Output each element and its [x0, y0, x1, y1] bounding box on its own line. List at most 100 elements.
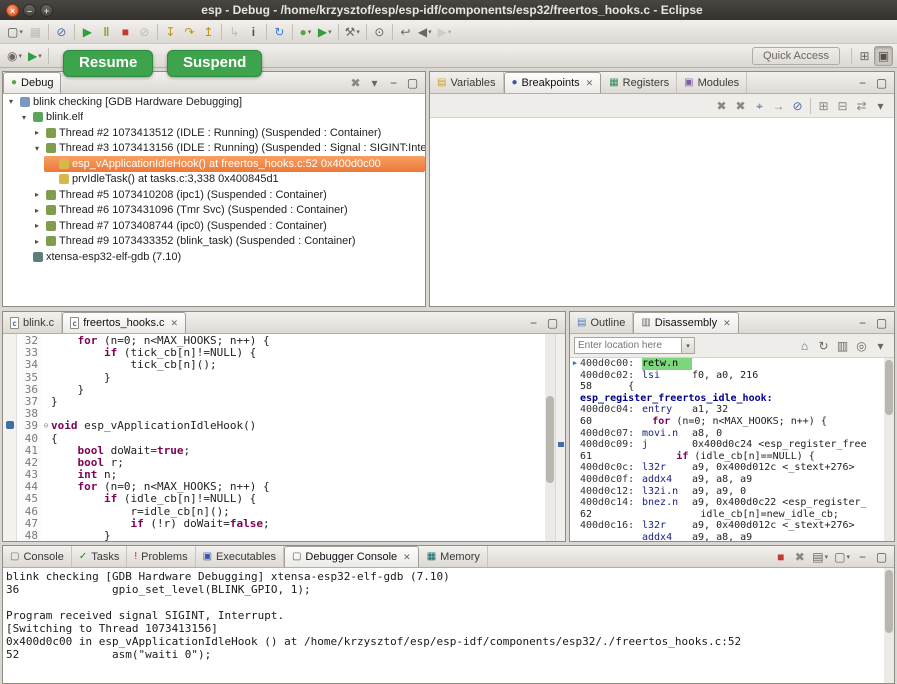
tree-row[interactable]: prvIdleTask() at tasks.c:3,338 0x400845d… — [3, 172, 425, 188]
link-with-debug-view-toggle[interactable]: ⇄ — [852, 96, 871, 116]
suspend-button[interactable]: ‖ — [97, 22, 116, 42]
expand-all-button[interactable]: ⊞ — [814, 96, 833, 116]
resume-button[interactable]: ▶ — [78, 22, 97, 42]
last-edit-location-button[interactable]: ↩ — [396, 22, 415, 42]
breakpoints-content[interactable] — [430, 118, 894, 306]
fold-marker-icon[interactable]: ⊖ — [41, 420, 51, 432]
console-display-selected-dropdown[interactable]: ▤▾ — [809, 547, 831, 567]
editor-minimize-icon[interactable]: − — [524, 313, 543, 333]
expand-toggle-icon[interactable]: ▾ — [31, 144, 43, 153]
tab-variables[interactable]: ▤Variables — [430, 72, 504, 93]
disasm-sync-pc-button[interactable]: ⌂ — [795, 336, 814, 356]
skip-all-breakpoints-button[interactable]: ⊘ — [52, 22, 71, 42]
disassembly-content[interactable]: ▶400d0c00:retw.n400d0c02:lsif0, a0, 2165… — [570, 358, 894, 541]
tab-tasks[interactable]: ✓Tasks — [72, 546, 128, 567]
remove-selected-breakpoints-button[interactable]: ✖ — [712, 96, 731, 116]
console-content[interactable]: blink checking [GDB Hardware Debugging] … — [3, 568, 894, 683]
tree-row[interactable]: ▸Thread #5 1073410208 (ipc1) (Suspended … — [3, 187, 425, 203]
external-tools-dropdown[interactable]: ▶▾ — [25, 46, 45, 66]
tab-memory[interactable]: ▦Memory — [420, 546, 488, 567]
debug-tree[interactable]: ▾blink checking [GDB Hardware Debugging]… — [3, 94, 425, 306]
tree-row[interactable]: ▾blink checking [GDB Hardware Debugging] — [3, 94, 425, 110]
debug-dropdown[interactable]: ●▾ — [296, 22, 315, 42]
tree-row[interactable]: esp_vApplicationIdleHook() at freertos_h… — [3, 156, 425, 172]
tab-problems[interactable]: !Problems — [127, 546, 195, 567]
location-dropdown-icon[interactable]: ▾ — [682, 337, 695, 354]
tab-console[interactable]: ▢Console — [3, 546, 72, 567]
expand-toggle-icon[interactable]: ▸ — [31, 190, 43, 199]
breakpoints-minimize-icon[interactable]: − — [853, 73, 872, 93]
console-open-dropdown[interactable]: ▢▾ — [831, 547, 853, 567]
console-remove-launch-button[interactable]: ✖ — [790, 547, 809, 567]
tab-executables[interactable]: ▣Executables — [196, 546, 284, 567]
disasm-refresh-button[interactable]: ↻ — [814, 336, 833, 356]
disasm-maximize-icon[interactable]: ▢ — [872, 313, 891, 333]
quick-access-button[interactable]: Quick Access — [752, 47, 840, 65]
tab-outline[interactable]: ▤Outline — [570, 312, 633, 333]
tab-modules[interactable]: ▣Modules — [677, 72, 747, 93]
debug-perspective-button[interactable]: ▣ — [874, 46, 893, 66]
expand-toggle-icon[interactable]: ▾ — [18, 113, 30, 122]
close-tab-icon[interactable]: ✕ — [586, 78, 594, 89]
window-close-button[interactable]: × — [6, 4, 19, 17]
new-wizard-dropdown[interactable]: ▢▾ — [4, 22, 26, 42]
profile-dropdown[interactable]: ◉▾ — [4, 46, 25, 66]
debug-maximize-icon[interactable]: ▢ — [403, 73, 422, 93]
expand-toggle-icon[interactable]: ▾ — [5, 97, 17, 106]
window-minimize-button[interactable]: – — [23, 4, 36, 17]
location-input[interactable] — [574, 337, 682, 354]
back-dropdown[interactable]: ◀▾ — [415, 22, 435, 42]
tab-registers[interactable]: ▦Registers — [602, 72, 677, 93]
tree-row[interactable]: ▸Thread #9 1073433352 (blink_task) (Susp… — [3, 234, 425, 250]
editor-scrollbar[interactable] — [545, 334, 555, 541]
tree-row[interactable]: ▾blink.elf — [3, 110, 425, 126]
disassembly-scrollbar[interactable] — [884, 358, 894, 541]
console-maximize-icon[interactable]: ▢ — [872, 547, 891, 567]
tree-row[interactable]: xtensa-esp32-elf-gdb (7.10) — [3, 249, 425, 265]
overview-ruler[interactable] — [555, 334, 565, 541]
tab-debugger-console[interactable]: ▢Debugger Console✕ — [284, 546, 419, 567]
disasm-minimize-icon[interactable]: − — [853, 313, 872, 333]
tab-debug[interactable]: ●Debug — [3, 72, 61, 93]
window-maximize-button[interactable]: + — [40, 4, 53, 17]
breakpoints-maximize-icon[interactable]: ▢ — [872, 73, 891, 93]
console-scrollbar[interactable] — [884, 568, 894, 683]
tree-row[interactable]: ▸Thread #6 1073431096 (Tmr Svc) (Suspend… — [3, 203, 425, 219]
debug-view-menu-icon[interactable]: ▾ — [365, 73, 384, 93]
tab-freertos-hooks-c[interactable]: cfreertos_hooks.c✕ — [62, 312, 186, 333]
terminate-button[interactable]: ■ — [116, 22, 135, 42]
tab-breakpoints[interactable]: ●Breakpoints✕ — [504, 72, 602, 93]
editor-maximize-icon[interactable]: ▢ — [543, 313, 562, 333]
step-over-button[interactable]: ↷ — [180, 22, 199, 42]
disasm-track-expression-toggle[interactable]: ◎ — [852, 336, 871, 356]
tab-blink-c[interactable]: cblink.c — [3, 312, 62, 333]
show-breakpoints-for-selected-button[interactable]: ⌖ — [750, 96, 769, 116]
breakpoints-view-menu-icon[interactable]: ▾ — [871, 96, 890, 116]
tab-disassembly[interactable]: ▥Disassembly✕ — [633, 312, 738, 333]
disasm-view-menu-icon[interactable]: ▾ — [871, 336, 890, 356]
debug-minimize-icon[interactable]: − — [384, 73, 403, 93]
expand-toggle-icon[interactable]: ▸ — [31, 221, 43, 230]
close-tab-icon[interactable]: ✕ — [723, 318, 731, 329]
open-perspective-button[interactable]: ⊞ — [855, 46, 874, 66]
restart-button[interactable]: ↻ — [270, 22, 289, 42]
skip-all-breakpoints-toggle[interactable]: ⊘ — [788, 96, 807, 116]
tree-row[interactable]: ▸Thread #7 1073408744 (ipc0) (Suspended … — [3, 218, 425, 234]
console-terminate-button[interactable]: ■ — [771, 547, 790, 567]
disasm-show-source-toggle[interactable]: ▥ — [833, 336, 852, 356]
expand-toggle-icon[interactable]: ▸ — [31, 237, 43, 246]
run-dropdown[interactable]: ▶▾ — [315, 22, 335, 42]
expand-toggle-icon[interactable]: ▸ — [31, 206, 43, 215]
remove-all-breakpoints-button[interactable]: ✖ — [731, 96, 750, 116]
close-tab-icon[interactable]: ✕ — [403, 552, 411, 563]
code-editor[interactable]: 32 for (n=0; n<MAX_HOOKS; n++) {33 if (t… — [3, 334, 565, 541]
search-button[interactable]: ⊙ — [370, 22, 389, 42]
close-tab-icon[interactable]: ✕ — [171, 318, 179, 329]
tree-row[interactable]: ▸Thread #2 1073413512 (IDLE : Running) (… — [3, 125, 425, 141]
build-dropdown[interactable]: ⚒▾ — [342, 22, 363, 42]
remove-all-terminated-button[interactable]: ✖ — [346, 73, 365, 93]
tree-row[interactable]: ▾Thread #3 1073413156 (IDLE : Running) (… — [3, 141, 425, 157]
console-minimize-icon[interactable]: − — [853, 547, 872, 567]
instruction-stepping-button[interactable]: i — [244, 22, 263, 42]
expand-toggle-icon[interactable]: ▸ — [31, 128, 43, 137]
